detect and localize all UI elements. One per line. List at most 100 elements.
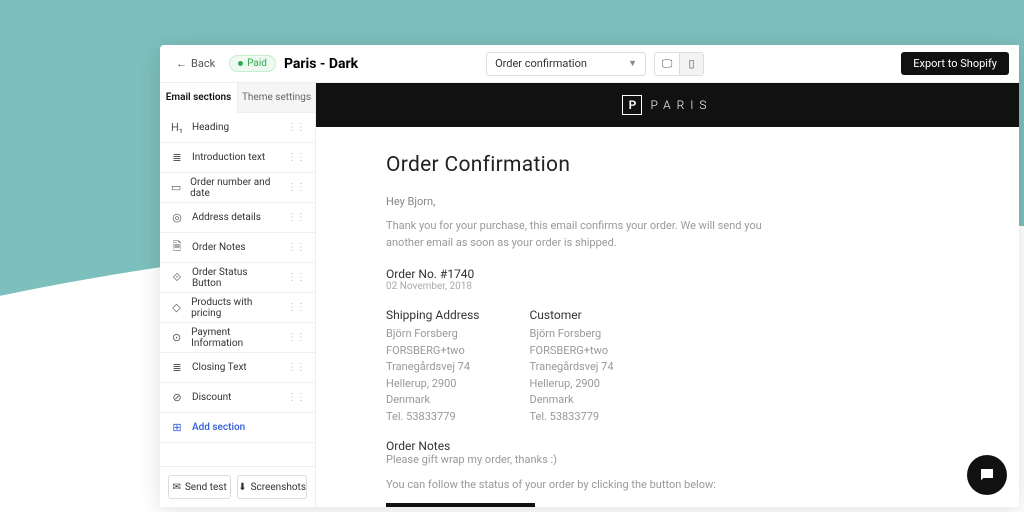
addr-city: Hellerup, 2900 xyxy=(529,376,613,393)
section-icon: ◎ xyxy=(170,211,184,224)
email-preview: P PARIS Order Confirmation Hey Bjorn, Th… xyxy=(316,83,1019,507)
addr-tel: Tel. 53833779 xyxy=(386,409,479,426)
section-label: Order Status Button xyxy=(192,267,279,289)
export-label: Export to Shopify xyxy=(913,57,997,70)
brand-mark: P xyxy=(622,95,642,115)
shipping-address: Shipping Address Björn Forsberg FORSBERG… xyxy=(386,306,479,425)
tab-email-sections[interactable]: Email sections xyxy=(160,83,238,113)
addr-country: Denmark xyxy=(529,392,613,409)
tab-theme-settings[interactable]: Theme settings xyxy=(238,83,315,113)
drag-handle-icon[interactable]: ⋮⋮ xyxy=(287,122,305,133)
back-label: Back xyxy=(191,57,215,70)
addr-name: Björn Forsberg xyxy=(386,326,479,343)
send-icon: ✉ xyxy=(172,482,180,493)
drag-handle-icon[interactable]: ⋮⋮ xyxy=(287,332,305,343)
section-label: Introduction text xyxy=(192,152,265,163)
template-select[interactable]: Order confirmation ▼ xyxy=(486,52,646,76)
desktop-icon: 🖵 xyxy=(662,57,673,71)
shipping-label: Shipping Address xyxy=(386,306,479,324)
topbar: ← Back Paid Paris - Dark Order confirmat… xyxy=(160,45,1019,83)
section-item[interactable]: 🗎 Order Notes ⋮⋮ xyxy=(160,233,315,263)
addr-company: FORSBERG+two xyxy=(386,343,479,360)
screenshots-button[interactable]: ⬇ Screenshots xyxy=(237,475,307,499)
chat-icon xyxy=(978,466,996,484)
drag-handle-icon[interactable]: ⋮⋮ xyxy=(287,242,305,253)
back-arrow-icon: ← xyxy=(176,57,187,70)
sidebar: Email sections Theme settings H₁ Heading ⋮… xyxy=(160,83,316,507)
section-item[interactable]: ▭ Order number and date ⋮⋮ xyxy=(160,173,315,203)
customer-label: Customer xyxy=(529,306,613,324)
drag-handle-icon[interactable]: ⋮⋮ xyxy=(287,362,305,373)
addr-street: Tranegårdsvej 74 xyxy=(529,359,613,376)
mobile-icon: ▯ xyxy=(689,57,695,70)
email-body: Order Confirmation Hey Bjorn, Thank you … xyxy=(316,127,1019,507)
download-icon: ⬇ xyxy=(238,482,246,493)
app-window: ← Back Paid Paris - Dark Order confirmat… xyxy=(160,45,1019,507)
customer-address: Customer Björn Forsberg FORSBERG+two Tra… xyxy=(529,306,613,425)
addr-country: Denmark xyxy=(386,392,479,409)
brand-name: PARIS xyxy=(650,98,712,112)
order-notes-label: Order Notes xyxy=(386,439,949,453)
section-icon: ≣ xyxy=(170,361,184,374)
badge-label: Paid xyxy=(247,58,267,69)
email-greeting: Hey Bjorn, xyxy=(386,195,949,208)
addr-tel: Tel. 53833779 xyxy=(529,409,613,426)
section-label: Closing Text xyxy=(192,362,247,373)
back-button[interactable]: ← Back xyxy=(170,53,221,74)
section-item[interactable]: H₁ Heading ⋮⋮ xyxy=(160,113,315,143)
order-status-button[interactable]: View Order Status > xyxy=(386,503,535,507)
chat-widget[interactable] xyxy=(967,455,1007,495)
section-icon: 🗎 xyxy=(170,238,184,257)
screenshots-label: Screenshots xyxy=(251,482,306,493)
section-icon: ⊙ xyxy=(170,331,183,344)
drag-handle-icon[interactable]: ⋮⋮ xyxy=(287,182,305,193)
drag-handle-icon[interactable]: ⋮⋮ xyxy=(287,302,305,313)
section-icon: ▭ xyxy=(170,181,182,194)
add-section-label: Add section xyxy=(192,422,245,433)
section-item[interactable]: ⊙ Payment Information ⋮⋮ xyxy=(160,323,315,353)
drag-handle-icon[interactable]: ⋮⋮ xyxy=(287,152,305,163)
mobile-view-button[interactable]: ▯ xyxy=(679,53,703,75)
order-notes-text: Please gift wrap my order, thanks :) xyxy=(386,453,949,466)
section-icon: ≣ xyxy=(170,151,184,164)
page-title: Paris - Dark xyxy=(284,56,358,72)
drag-handle-icon[interactable]: ⋮⋮ xyxy=(287,272,305,283)
section-icon: H₁ xyxy=(170,121,184,134)
section-label: Order Notes xyxy=(192,242,246,253)
addr-company: FORSBERG+two xyxy=(529,343,613,360)
section-label: Address details xyxy=(192,212,261,223)
export-button[interactable]: Export to Shopify xyxy=(901,52,1009,75)
section-label: Order number and date xyxy=(190,177,279,199)
email-heading: Order Confirmation xyxy=(386,153,949,177)
device-toggle: 🖵 ▯ xyxy=(654,52,704,76)
chevron-down-icon: ▼ xyxy=(628,58,637,69)
drag-handle-icon[interactable]: ⋮⋮ xyxy=(287,212,305,223)
section-label: Payment Information xyxy=(191,327,279,349)
section-item[interactable]: ⟐ Order Status Button ⋮⋮ xyxy=(160,263,315,293)
sidebar-footer: ✉ Send test ⬇ Screenshots xyxy=(160,466,315,507)
drag-handle-icon[interactable]: ⋮⋮ xyxy=(287,392,305,403)
send-test-button[interactable]: ✉ Send test xyxy=(168,475,231,499)
preview-pane: P PARIS Order Confirmation Hey Bjorn, Th… xyxy=(316,83,1019,507)
section-item[interactable]: ◇Products with pricing⋮⋮ xyxy=(160,293,315,323)
section-list: H₁ Heading ⋮⋮ ≣ Introduction text ⋮⋮ ▭ Order nu… xyxy=(160,113,315,466)
addr-street: Tranegårdsvej 74 xyxy=(386,359,479,376)
section-label: Discount xyxy=(192,392,231,403)
sidebar-tabs: Email sections Theme settings xyxy=(160,83,315,113)
add-icon: ⊞ xyxy=(170,421,184,434)
section-icon: ⊘ xyxy=(170,391,184,404)
section-item[interactable]: ◎ Address details ⋮⋮ xyxy=(160,203,315,233)
add-section-button[interactable]: ⊞ Add section xyxy=(160,413,315,443)
select-value: Order confirmation xyxy=(495,57,587,70)
desktop-view-button[interactable]: 🖵 xyxy=(655,53,679,75)
body: Email sections Theme settings H₁ Heading ⋮… xyxy=(160,83,1019,507)
section-item[interactable]: ≣ Closing Text ⋮⋮ xyxy=(160,353,315,383)
brand-logo: P PARIS xyxy=(622,95,712,115)
addr-name: Björn Forsberg xyxy=(529,326,613,343)
order-number: Order No. #1740 xyxy=(386,267,949,281)
section-label: Products with pricing xyxy=(191,297,279,319)
section-item[interactable]: ⊘ Discount ⋮⋮ xyxy=(160,383,315,413)
section-item[interactable]: ≣ Introduction text ⋮⋮ xyxy=(160,143,315,173)
section-label: Heading xyxy=(192,122,229,133)
section-icon: ⟐ xyxy=(170,271,184,285)
